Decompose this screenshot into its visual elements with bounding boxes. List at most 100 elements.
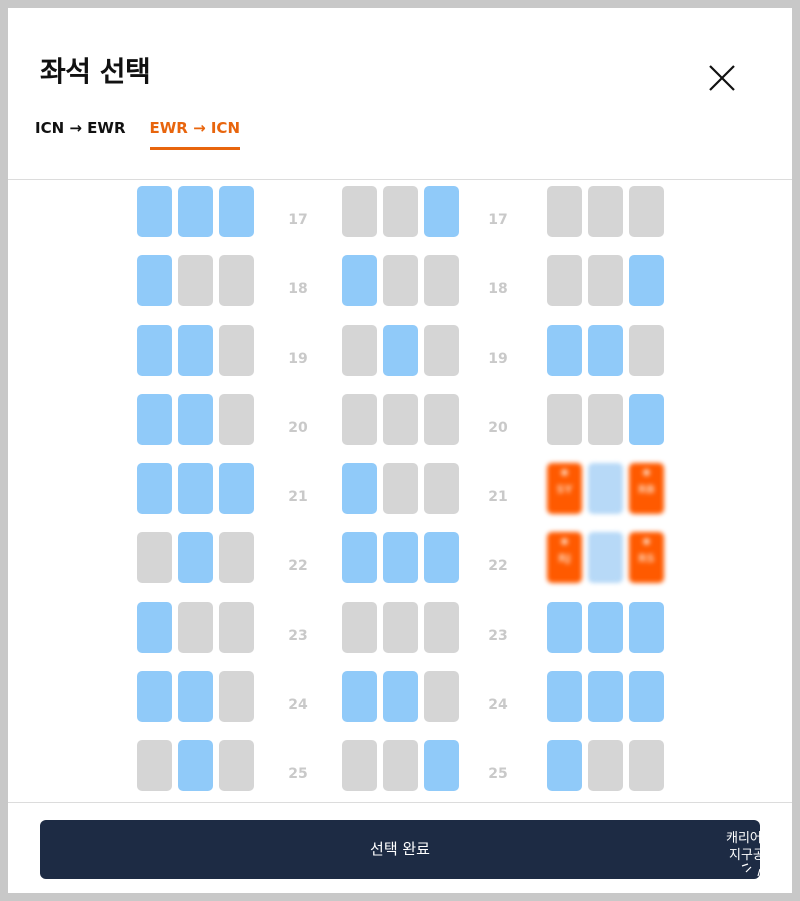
row-number-label: 22 (288, 558, 308, 574)
seat-24-right-1[interactable] (547, 671, 582, 722)
seat-23-middle-2 (383, 602, 418, 653)
seat-21-middle-2 (383, 463, 418, 514)
seat-19-right-1[interactable] (547, 325, 582, 376)
seat-22-right-1[interactable]: RJ (547, 532, 582, 583)
seat-23-middle-3 (424, 602, 459, 653)
seat-passenger-tag: RS (638, 552, 655, 565)
seat-20-middle-1 (342, 394, 377, 445)
seat-18-right-1 (547, 255, 582, 306)
row-number-label: 25 (288, 766, 308, 782)
seat-19-middle-2[interactable] (383, 325, 418, 376)
row-number-label: 20 (488, 420, 508, 436)
seat-21-left-3[interactable] (219, 463, 254, 514)
seat-20-middle-2 (383, 394, 418, 445)
seat-17-left-2[interactable] (178, 186, 213, 237)
seat-20-middle-3 (424, 394, 459, 445)
seat-24-left-1[interactable] (137, 671, 172, 722)
seat-selection-modal: 좌석 선택 ICN → EWR EWR → ICN 17 17 18 18 19 19 20… (8, 8, 792, 893)
seat-25-middle-2 (383, 740, 418, 791)
seat-24-left-3 (219, 671, 254, 722)
seat-19-middle-1 (342, 325, 377, 376)
seat-25-right-2 (588, 740, 623, 791)
seat-17-right-2 (588, 186, 623, 237)
seat-20-right-2 (588, 394, 623, 445)
seat-19-right-2[interactable] (588, 325, 623, 376)
seat-map[interactable]: 17 17 18 18 19 19 20 20 SY RB 21 21 RJ RS 22 22 23 23 24 24… (8, 180, 792, 802)
seat-18-left-1[interactable] (137, 255, 172, 306)
seat-22-middle-2[interactable] (383, 532, 418, 583)
row-number-label: 23 (288, 628, 308, 644)
row-number-label: 17 (488, 212, 508, 228)
seat-20-right-3[interactable] (629, 394, 664, 445)
seat-18-middle-1[interactable] (342, 255, 377, 306)
tab-ewr-icn[interactable]: EWR → ICN (149, 118, 240, 150)
seat-passenger-tag: SY (556, 483, 573, 496)
seat-23-right-2[interactable] (588, 602, 623, 653)
row-number-label: 19 (288, 351, 308, 367)
seat-24-middle-1[interactable] (342, 671, 377, 722)
seat-19-left-1[interactable] (137, 325, 172, 376)
seat-marker (643, 469, 650, 476)
seat-24-middle-2[interactable] (383, 671, 418, 722)
seat-20-right-1 (547, 394, 582, 445)
seat-17-left-1[interactable] (137, 186, 172, 237)
row-number-label: 24 (288, 697, 308, 713)
close-icon (709, 65, 735, 91)
row-number-label: 20 (288, 420, 308, 436)
seat-22-middle-3[interactable] (424, 532, 459, 583)
seat-23-left-3 (219, 602, 254, 653)
seat-marker (561, 538, 568, 545)
seat-marker (643, 538, 650, 545)
seat-21-left-1[interactable] (137, 463, 172, 514)
seat-25-right-1[interactable] (547, 740, 582, 791)
seat-17-middle-2 (383, 186, 418, 237)
seat-21-right-2[interactable] (588, 463, 623, 514)
confirm-button[interactable]: 선택 완료 (40, 820, 760, 879)
seat-18-left-3 (219, 255, 254, 306)
seat-24-middle-3 (424, 671, 459, 722)
seat-25-middle-3[interactable] (424, 740, 459, 791)
seat-21-middle-1[interactable] (342, 463, 377, 514)
seat-20-left-3 (219, 394, 254, 445)
seat-20-left-2[interactable] (178, 394, 213, 445)
close-button[interactable] (704, 60, 740, 96)
seat-23-left-1[interactable] (137, 602, 172, 653)
seat-22-right-3[interactable]: RS (629, 532, 664, 583)
seat-21-right-1[interactable]: SY (547, 463, 582, 514)
route-tabs: ICN → EWR EWR → ICN (35, 118, 240, 150)
seat-21-right-3[interactable]: RB (629, 463, 664, 514)
seat-17-right-3 (629, 186, 664, 237)
seat-22-left-2[interactable] (178, 532, 213, 583)
seat-17-left-3[interactable] (219, 186, 254, 237)
seat-21-left-2[interactable] (178, 463, 213, 514)
tab-icn-ewr[interactable]: ICN → EWR (35, 118, 126, 150)
seat-22-left-1 (137, 532, 172, 583)
row-number-label: 19 (488, 351, 508, 367)
seat-19-right-3 (629, 325, 664, 376)
row-number-label: 23 (488, 628, 508, 644)
seat-24-right-2[interactable] (588, 671, 623, 722)
seat-23-left-2 (178, 602, 213, 653)
seat-22-middle-1[interactable] (342, 532, 377, 583)
seat-22-right-2[interactable] (588, 532, 623, 583)
seat-19-left-2[interactable] (178, 325, 213, 376)
seat-20-left-1[interactable] (137, 394, 172, 445)
seat-24-left-2[interactable] (178, 671, 213, 722)
seat-23-right-3[interactable] (629, 602, 664, 653)
row-number-label: 18 (488, 281, 508, 297)
row-number-label: 22 (488, 558, 508, 574)
footer-divider (8, 802, 792, 803)
seat-17-right-1 (547, 186, 582, 237)
seat-23-right-1[interactable] (547, 602, 582, 653)
seat-passenger-tag: RJ (558, 552, 571, 565)
seat-25-middle-1 (342, 740, 377, 791)
seat-25-left-2[interactable] (178, 740, 213, 791)
seat-18-middle-2 (383, 255, 418, 306)
seat-18-right-3[interactable] (629, 255, 664, 306)
seat-passenger-tag: RB (638, 483, 655, 496)
seat-24-right-3[interactable] (629, 671, 664, 722)
row-number-label: 18 (288, 281, 308, 297)
seat-21-middle-3 (424, 463, 459, 514)
seat-17-middle-3[interactable] (424, 186, 459, 237)
carrier-widget[interactable]: 캐리어 지구공 (724, 820, 776, 880)
